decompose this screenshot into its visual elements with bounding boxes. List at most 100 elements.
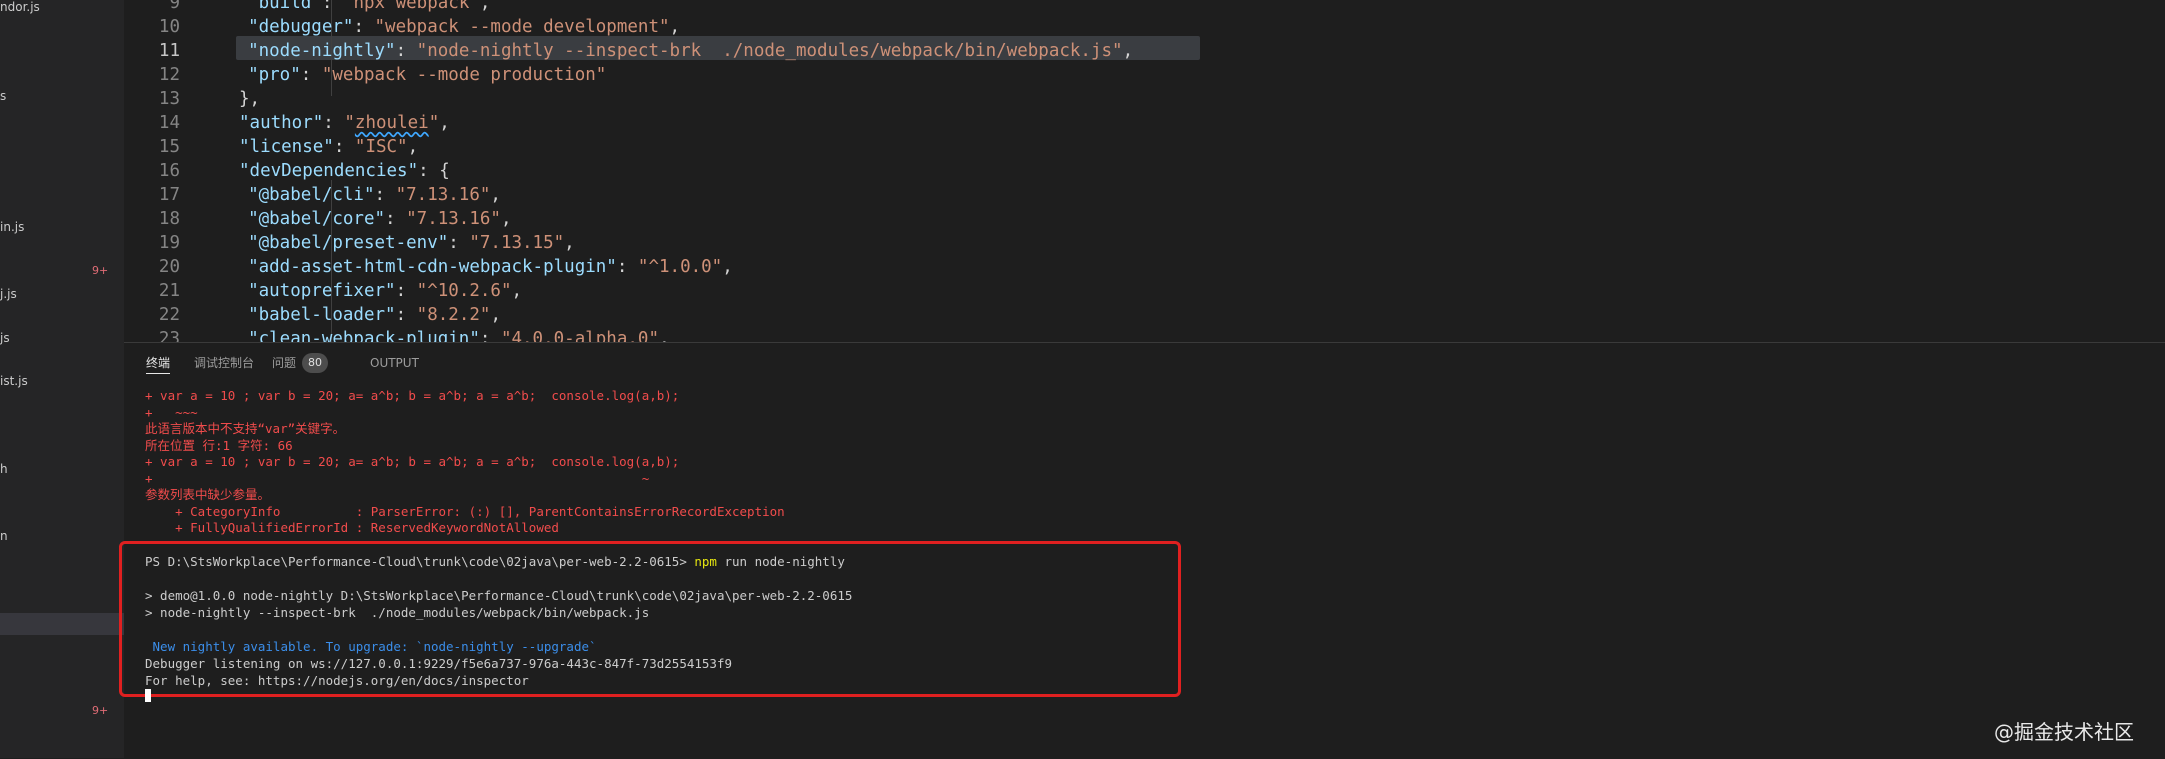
line-number: 9	[169, 0, 180, 13]
sidebar-file-item[interactable]: in.js	[0, 220, 24, 234]
tab-debug-console[interactable]: 调试控制台	[194, 353, 254, 373]
punctuation: ,	[500, 209, 512, 229]
sidebar-file-item[interactable]: j.js	[0, 287, 17, 301]
punctuation	[227, 65, 248, 85]
code-text: "devDependencies": {	[239, 159, 450, 183]
code-line: 23 "clean-webpack-plugin": "4.0.0-alpha.…	[124, 327, 2024, 342]
code-line: 17 "@babel/cli": "7.13.16",	[124, 183, 2024, 207]
json-key: "autoprefixer"	[248, 281, 396, 301]
sidebar-file-item[interactable]: ndor.js	[0, 0, 40, 14]
line-number: 23	[158, 329, 180, 342]
punctuation: ,	[439, 113, 450, 133]
json-string: "node-nightly --inspect-brk ./node_modul…	[416, 41, 1123, 61]
json-string: "	[344, 113, 355, 133]
json-key: "node-nightly"	[248, 41, 396, 61]
code-text: "@babel/preset-env": "7.13.15",	[227, 231, 575, 255]
sidebar-file-item[interactable]: js	[0, 331, 10, 345]
punctuation: :	[385, 209, 407, 229]
code-line: 12 "pro": "webpack --mode production"	[124, 63, 2024, 87]
punctuation: :	[321, 0, 343, 13]
explorer-sidebar: ndor.js s in.js 9+ j.js js ist.js h n 9+	[0, 0, 124, 758]
code-line: 22 "babel-loader": "8.2.2",	[124, 303, 2024, 327]
punctuation	[227, 209, 248, 229]
sidebar-file-item[interactable]: n	[0, 529, 8, 543]
terminal-error-line: + CategoryInfo : ParserError: (:) [], Pa…	[145, 503, 785, 519]
line-number: 13	[158, 89, 180, 109]
json-string: "7.13.16"	[395, 185, 491, 205]
punctuation: :	[616, 257, 638, 277]
code-editor[interactable]: 9 "build": "npx webpack", 10 "debugger": …	[124, 0, 2165, 342]
punctuation	[227, 305, 248, 325]
watermark: @掘金技术社区	[1994, 720, 2134, 744]
json-string: "8.2.2"	[416, 305, 491, 325]
terminal-error-line: 此语言版本中不支持“var”关键字。	[145, 421, 346, 436]
json-string: zhoulei	[354, 113, 429, 133]
sidebar-file-item[interactable]: h	[0, 462, 8, 476]
sidebar-selected-row[interactable]	[0, 613, 124, 635]
sidebar-file-item[interactable]: ist.js	[0, 374, 28, 388]
line-number: 15	[158, 137, 180, 157]
json-string: "^1.0.0"	[637, 257, 723, 277]
code-text: "debugger": "webpack --mode development"…	[227, 15, 680, 39]
json-string: "7.13.15"	[469, 233, 565, 253]
punctuation: :	[300, 65, 322, 85]
punctuation	[227, 185, 248, 205]
punctuation: ,	[479, 0, 491, 13]
code-text: "license": "ISC",	[239, 135, 418, 159]
json-key: "babel-loader"	[248, 305, 396, 325]
line-number: 22	[158, 305, 180, 325]
punctuation: :	[353, 17, 375, 37]
code-line: 9 "build": "npx webpack",	[124, 0, 2024, 15]
code-text: "build": "npx webpack",	[227, 0, 490, 15]
punctuation: ,	[490, 185, 501, 205]
json-string: "4.0.0-alpha.0"	[500, 329, 659, 342]
code-line: 16 "devDependencies": {	[124, 159, 2024, 183]
code-text: "author": "zhoulei",	[239, 111, 450, 135]
tab-terminal[interactable]: 终端	[146, 353, 171, 374]
problem-count-badge: 9+	[92, 264, 109, 277]
code-line: 10 "debugger": "webpack --mode developme…	[124, 15, 2024, 39]
punctuation	[227, 233, 248, 253]
code-text: "pro": "webpack --mode production"	[227, 63, 606, 87]
terminal-error-line: + ~~~	[145, 404, 198, 420]
tab-output[interactable]: OUTPUT	[370, 353, 419, 373]
terminal-error-line: + var a = 10 ; var b = 20; a= a^b; b = a…	[145, 454, 680, 469]
problem-count-badge: 9+	[92, 704, 109, 717]
json-key: "@babel/preset-env"	[248, 233, 449, 253]
problems-count-badge: 80	[302, 353, 328, 373]
code-line: 11 "node-nightly": "node-nightly --inspe…	[124, 39, 2024, 63]
code-text: "@babel/cli": "7.13.16",	[227, 183, 501, 207]
code-text: "@babel/core": "7.13.16",	[227, 207, 512, 231]
punctuation: },	[239, 89, 261, 109]
line-number: 10	[158, 17, 180, 37]
line-number: 16	[158, 161, 180, 181]
json-key: "clean-webpack-plugin"	[248, 329, 480, 342]
json-key: "pro"	[248, 65, 301, 85]
json-key: "debugger"	[248, 17, 354, 37]
punctuation: :	[374, 185, 396, 205]
punctuation: :	[448, 233, 470, 253]
punctuation: :	[395, 281, 417, 301]
punctuation: ,	[490, 305, 501, 325]
sidebar-file-item[interactable]: s	[0, 89, 6, 103]
json-string: "^10.2.6"	[416, 281, 512, 301]
punctuation	[227, 0, 248, 13]
line-number: 21	[158, 281, 180, 301]
punctuation	[227, 329, 248, 342]
punctuation: :	[333, 137, 355, 157]
terminal-error-line: 所在位置 行:1 字符: 66	[145, 437, 293, 453]
line-number: 11	[158, 41, 180, 61]
punctuation: :	[479, 329, 501, 342]
line-number: 19	[158, 233, 180, 253]
code-text: "add-asset-html-cdn-webpack-plugin": "^1…	[227, 255, 733, 279]
terminal-error-line: + var a = 10 ; var b = 20; a= a^b; b = a…	[145, 388, 680, 403]
code-text: "babel-loader": "8.2.2",	[227, 303, 501, 327]
json-string: "npx webpack"	[342, 0, 480, 13]
json-key: "devDependencies"	[239, 161, 419, 181]
json-string: "	[428, 113, 440, 133]
code-text: "autoprefixer": "^10.2.6",	[227, 279, 522, 303]
tab-problems[interactable]: 问题	[272, 353, 296, 373]
line-number: 14	[158, 113, 180, 133]
punctuation	[227, 41, 248, 61]
code-line: 13},	[124, 87, 2024, 111]
